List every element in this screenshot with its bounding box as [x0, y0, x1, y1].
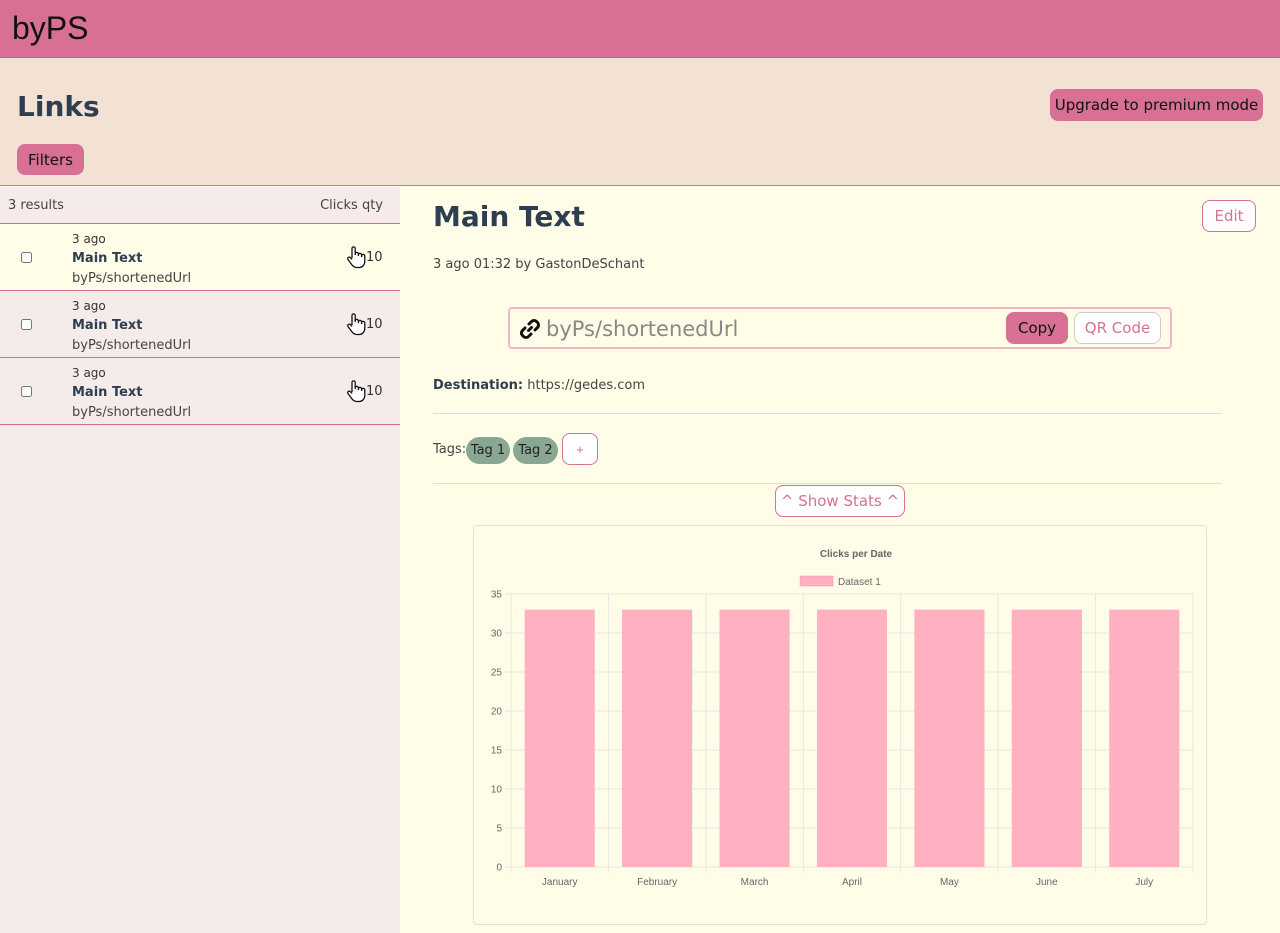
destination: Destination: https://gedes.com	[433, 378, 645, 393]
stats-chart: Clicks per Date Dataset 1 0 5 10 15 20 25 30 35 Ja…	[473, 525, 1207, 925]
bar	[816, 609, 888, 867]
x-tick-label: June	[1036, 877, 1058, 888]
y-tick-label: 0	[496, 863, 502, 874]
row-checkbox[interactable]	[21, 386, 32, 397]
pointer-hand-icon	[347, 246, 366, 269]
y-tick-label: 5	[496, 824, 502, 835]
links-list: 3 results Clicks qty 3 ago Main Text byP…	[0, 187, 400, 933]
y-tick-label: 20	[491, 707, 503, 718]
detail-title: Main Text	[433, 200, 585, 233]
tag-chip[interactable]: Tag 1	[466, 437, 510, 464]
detail-meta: 3 ago 01:32 by GastonDeSchant	[433, 257, 645, 272]
top-bar: byPS	[0, 0, 1280, 58]
legend-swatch	[799, 575, 834, 587]
bar	[1011, 609, 1082, 867]
edit-button[interactable]: Edit	[1202, 200, 1256, 232]
row-checkbox[interactable]	[21, 252, 32, 263]
tag-chip[interactable]: Tag 2	[513, 437, 558, 464]
bar	[622, 609, 693, 867]
x-tick-label: March	[741, 877, 769, 888]
x-tick-label: February	[637, 877, 677, 888]
pointer-hand-icon	[347, 380, 366, 403]
legend-label: Dataset 1	[838, 577, 881, 588]
copy-button[interactable]: Copy	[1006, 312, 1068, 344]
list-item[interactable]: 3 ago Main Text byPs/shortenedUrl 10	[0, 224, 400, 291]
item-url: byPs/shortenedUrl	[72, 271, 192, 286]
clicks-column-header[interactable]: Clicks qty	[320, 198, 383, 213]
bar	[719, 609, 790, 867]
short-url-box: byPs/shortenedUrl Copy QR Code	[508, 307, 1172, 349]
tags-label: Tags:	[433, 442, 467, 457]
destination-url: https://gedes.com	[527, 378, 646, 393]
page-title: Links	[17, 90, 100, 123]
click-count: 10	[366, 384, 383, 399]
upgrade-button[interactable]: Upgrade to premium mode	[1050, 89, 1263, 121]
page-header: Links Upgrade to premium mode Filters	[0, 58, 1280, 186]
y-tick-label: 30	[491, 629, 503, 640]
list-item[interactable]: 3 ago Main Text byPs/shortenedUrl 10	[0, 358, 400, 425]
item-title: Main Text	[72, 385, 143, 400]
click-count: 10	[366, 317, 383, 332]
list-header: 3 results Clicks qty	[0, 187, 400, 224]
item-title: Main Text	[72, 251, 143, 266]
x-tick-label: January	[542, 877, 578, 888]
list-item[interactable]: 3 ago Main Text byPs/shortenedUrl 10	[0, 291, 400, 358]
brand-logo[interactable]: byPS	[12, 10, 88, 47]
item-date: 3 ago	[72, 299, 106, 313]
item-date: 3 ago	[72, 366, 106, 380]
item-date: 3 ago	[72, 232, 106, 246]
add-tag-button[interactable]: +	[562, 433, 598, 465]
item-url: byPs/shortenedUrl	[72, 338, 192, 353]
y-tick-label: 35	[491, 590, 503, 601]
filters-button[interactable]: Filters	[17, 144, 84, 175]
results-count: 3 results	[8, 198, 64, 213]
divider	[433, 413, 1222, 414]
item-title: Main Text	[72, 318, 143, 333]
divider	[433, 483, 1222, 484]
show-stats-button[interactable]: ^ Show Stats ^	[775, 485, 905, 517]
click-count: 10	[366, 250, 383, 265]
chart-title: Clicks per Date	[820, 549, 893, 560]
bar	[524, 609, 595, 867]
x-tick-label: July	[1135, 877, 1153, 888]
bar	[914, 609, 985, 867]
y-tick-label: 10	[491, 785, 503, 796]
x-tick-label: May	[940, 877, 959, 888]
bar	[1109, 609, 1180, 867]
y-tick-label: 15	[491, 746, 503, 757]
qr-code-button[interactable]: QR Code	[1074, 312, 1161, 344]
bar-chart: Clicks per Date Dataset 1 0 5 10 15 20 25 30 35 Ja…	[491, 549, 1194, 888]
short-url-text[interactable]: byPs/shortenedUrl	[546, 317, 738, 341]
pointer-hand-icon	[347, 313, 366, 336]
y-tick-label: 25	[491, 668, 503, 679]
link-icon	[519, 318, 541, 340]
destination-label: Destination:	[433, 378, 524, 393]
item-url: byPs/shortenedUrl	[72, 405, 192, 420]
x-tick-label: April	[842, 877, 862, 888]
row-checkbox[interactable]	[21, 319, 32, 330]
